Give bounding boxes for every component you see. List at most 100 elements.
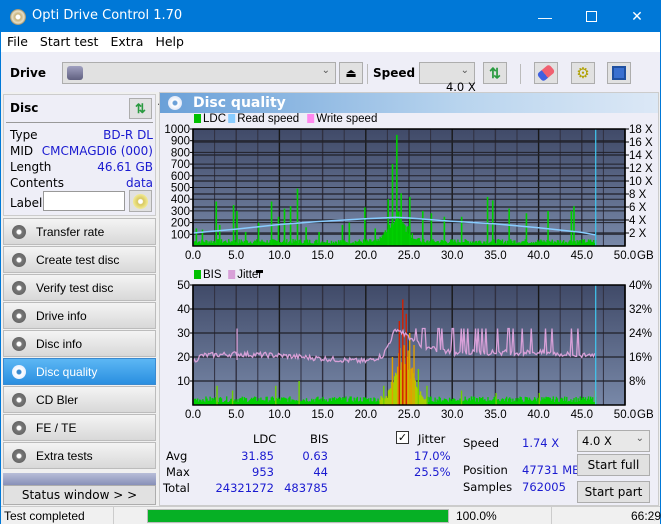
bis-peak-bar	[538, 393, 540, 405]
start-part-button[interactable]: Start part	[577, 481, 650, 503]
close-button[interactable]: ✕	[614, 1, 660, 32]
nav-item-create-test-disc[interactable]: Create test disc	[3, 246, 156, 273]
speed-select[interactable]: 4.0 X ⌄	[419, 62, 476, 94]
disc-mid-value: CMCMAGDI6 (000)	[41, 144, 153, 158]
bis-peak-bar	[391, 357, 394, 405]
y-tick-right: 40%	[629, 280, 652, 292]
nav-item-label: Drive info	[36, 308, 87, 323]
start-full-button[interactable]: Start full	[577, 454, 650, 476]
nav-item-cd-bler[interactable]: CD Bler	[3, 386, 156, 413]
speed-stat-value: 1.74 X	[522, 436, 560, 450]
nav-item-disc-info[interactable]: Disc info	[3, 330, 156, 357]
x-tick: 30.0	[441, 250, 463, 262]
disc-contents-label: Contents	[10, 176, 64, 190]
drive-select[interactable]: (D:) ATAPI iHBS312 2 PL17 ⌄	[62, 62, 336, 108]
chevron-down-icon: ⌄	[321, 65, 330, 76]
menu-help[interactable]: Help	[149, 32, 190, 49]
disc-quality-icon	[168, 96, 182, 110]
y-tick-left: 600	[171, 171, 190, 183]
ldc-peak-bar	[508, 208, 510, 246]
y-tick-left: 300	[171, 206, 190, 218]
menu-file[interactable]: File	[1, 32, 34, 49]
maximize-button[interactable]	[568, 1, 614, 32]
save-button[interactable]	[607, 62, 631, 84]
ldc-peak-bar	[318, 231, 320, 246]
progress-percent: 100.0%	[456, 509, 497, 523]
nav-item-label: Disc info	[36, 336, 83, 351]
disc-icon	[12, 364, 26, 379]
nav-item-fe-te[interactable]: FE / TE	[3, 414, 156, 441]
ldc-peak-bar	[348, 222, 351, 246]
x-axis-unit: GB	[637, 409, 654, 421]
ldc-peak-bar	[195, 228, 198, 246]
elapsed-time: 66:29	[631, 509, 661, 523]
nav-item-drive-info[interactable]: Drive info	[3, 302, 156, 329]
bis-peak-bar	[216, 385, 218, 405]
chevron-down-icon: ⌄	[460, 65, 469, 76]
disc-icon	[12, 420, 26, 435]
menu-extra[interactable]: Extra	[104, 32, 149, 49]
x-tick: 50.0	[614, 250, 636, 262]
status-window-button[interactable]: Status window > >	[3, 485, 156, 505]
nav-item-transfer-rate[interactable]: Transfer rate	[3, 218, 156, 245]
disc-length-value: 46.61 GB	[97, 160, 153, 174]
bis-peak-bar	[402, 299, 404, 405]
ldc-peak-bar	[232, 205, 235, 246]
settings-button[interactable]: ⚙	[571, 62, 595, 84]
y-tick-right: 2 X	[629, 228, 647, 240]
ldc-peak-bar	[391, 164, 394, 246]
bis-peak-bar	[409, 333, 411, 405]
disc-info-panel: Disc ⇅ Type BD-R DL MID CMCMAGDI6 (000) Le…	[3, 94, 156, 216]
y-tick-left: 200	[171, 218, 190, 230]
minimize-button[interactable]: —	[522, 1, 568, 32]
ldc-peak-bar	[289, 206, 292, 246]
disc-label-input[interactable]	[43, 191, 125, 211]
bis-peak-bar	[383, 385, 385, 405]
ldc-peak-bar	[409, 196, 411, 246]
bis-peak-bar	[231, 390, 234, 405]
x-tick: 40.0	[527, 409, 549, 421]
ldc-peak-bar	[283, 208, 286, 246]
disc-length-row: Length 46.61 GB	[10, 160, 153, 174]
ldc-peak-bar	[296, 188, 299, 246]
nav-item-label: Disc quality	[36, 364, 98, 379]
y-tick-right: 16%	[629, 352, 652, 364]
x-tick: 15.0	[311, 250, 333, 262]
disc-quality-panel: Disc quality LDC Read speed Write speed 100…	[159, 92, 659, 506]
ldc-peak-bar	[341, 224, 344, 246]
resize-grip-icon[interactable]: ⋱	[648, 513, 656, 522]
erase-button[interactable]	[534, 62, 558, 84]
nav-item-verify-test-disc[interactable]: Verify test disc	[3, 274, 156, 301]
samples-value: 762005	[522, 480, 566, 494]
app-disc-icon	[10, 9, 26, 25]
progress-fill	[148, 510, 448, 522]
y-tick-right: 16 X	[629, 137, 653, 149]
ldc-column-header: LDC	[253, 432, 277, 446]
nav-item-extra-tests[interactable]: Extra tests	[3, 442, 156, 469]
ldc-peak-bar	[400, 193, 402, 246]
menu-start-test[interactable]: Start test	[34, 32, 105, 49]
y-tick-left: 30	[177, 328, 190, 340]
refresh-button[interactable]: ⇅	[483, 62, 507, 84]
y-tick-right: 18 X	[629, 124, 653, 136]
jitter-checkbox[interactable]: ✓	[396, 431, 409, 444]
x-tick: 15.0	[311, 409, 333, 421]
nav-item-disc-quality[interactable]: Disc quality	[3, 358, 156, 385]
eject-button[interactable]: ⏏	[339, 62, 363, 84]
ldc-peak-bar	[486, 196, 489, 246]
ldc-max-value: 953	[252, 465, 274, 479]
legend-label-write-speed: Write speed	[316, 113, 377, 125]
x-tick: 0.0	[185, 409, 201, 421]
avg-label: Avg	[166, 449, 188, 463]
panel-title: Disc quality	[193, 95, 286, 111]
eraser-icon	[536, 64, 556, 82]
disc-label-button[interactable]	[129, 190, 152, 212]
bis-peak-bar	[405, 313, 407, 405]
eject-icon: ⏏	[345, 66, 357, 80]
disc-refresh-button[interactable]: ⇅	[129, 98, 152, 119]
bis-column-header: BIS	[310, 432, 329, 446]
ldc-peak-bar	[218, 224, 221, 246]
nav-spacer	[3, 473, 156, 485]
legend-swatch-ldc	[194, 114, 201, 123]
test-speed-select[interactable]: 4.0 X ⌄	[577, 430, 650, 452]
